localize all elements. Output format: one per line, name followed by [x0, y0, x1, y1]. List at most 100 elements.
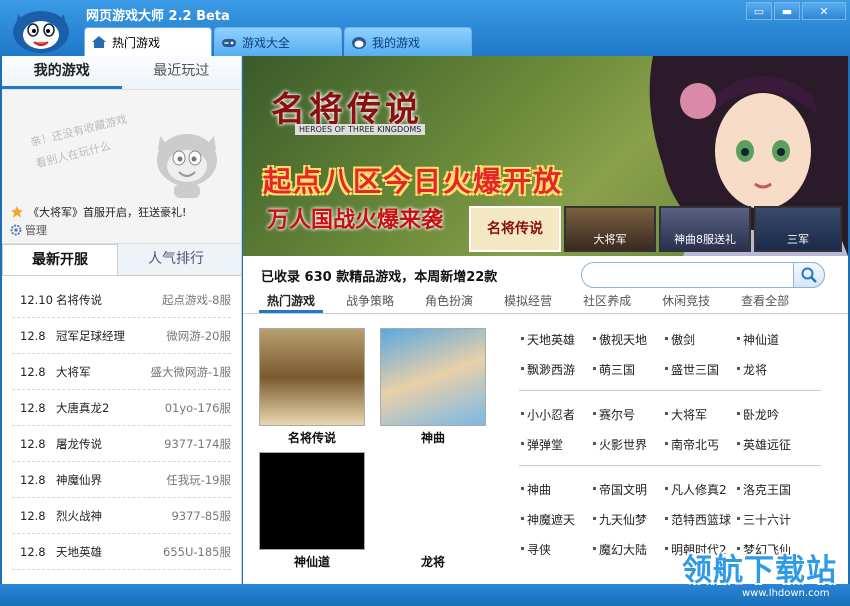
game-link[interactable]: 神仙道: [735, 331, 807, 348]
game-link[interactable]: 飘渺西游: [519, 361, 591, 378]
promo-banner[interactable]: 名将传说 HEROES OF THREE KINGDOMS 起点八区今日火爆开放…: [243, 56, 848, 256]
game-row: 小小忍者 赛尔号 大将军 卧龙吟: [519, 399, 821, 429]
tab-category-rpg[interactable]: 角色扮演: [417, 290, 481, 313]
search-icon: [801, 267, 817, 283]
game-link[interactable]: 天地英雄: [519, 331, 591, 348]
game-link[interactable]: 萌三国: [591, 361, 663, 378]
game-name-list: 天地英雄 傲视天地 傲剑 神仙道 飘渺西游 萌三国 盛世三国 龙将 小小忍者 赛…: [519, 320, 821, 574]
game-link[interactable]: 傲剑: [663, 331, 735, 348]
game-link[interactable]: 魔幻大陆: [591, 541, 663, 558]
tab-label: 热门游戏: [112, 35, 161, 50]
tab-popularity[interactable]: 人气排行: [118, 244, 234, 275]
game-link[interactable]: 神魔遮天: [519, 511, 591, 528]
my-games-tabs: 我的游戏 最近玩过: [2, 56, 241, 90]
tab-hot-games[interactable]: 热门游戏: [84, 27, 212, 56]
game-row: 弹弹堂 火影世界 南帝北丐 英雄远征: [519, 429, 821, 459]
game-group: 天地英雄 傲视天地 傲剑 神仙道 飘渺西游 萌三国 盛世三国 龙将: [519, 320, 821, 391]
tab-category-hot[interactable]: 热门游戏: [259, 290, 324, 313]
mascot-icon: [157, 134, 217, 198]
list-item[interactable]: 12.8 大将军 盛大微网游-1服: [12, 354, 231, 390]
tab-category-social[interactable]: 社区养成: [575, 290, 639, 313]
game-row: 神魔遮天 九天仙梦 范特西篮球 三十六计: [519, 504, 821, 534]
info-bar: 已收录 630 款精品游戏，本周新增22款: [243, 256, 848, 290]
game-link[interactable]: 大将军: [663, 406, 735, 423]
banner-logo-en: HEROES OF THREE KINGDOMS: [295, 124, 426, 135]
list-item[interactable]: 12.10 名将传说 起点游戏-8服: [12, 282, 231, 318]
game-link[interactable]: 英雄远征: [735, 436, 807, 453]
list-item[interactable]: 12.8 屠龙传说 9377-174服: [12, 426, 231, 462]
banner-thumb[interactable]: 三军: [754, 206, 842, 252]
game-link[interactable]: 南帝北丐: [663, 436, 735, 453]
tab-category-sim[interactable]: 模拟经营: [496, 290, 560, 313]
game-row: 天地英雄 傲视天地 傲剑 神仙道: [519, 324, 821, 354]
tab-category-all[interactable]: 查看全部: [733, 290, 797, 313]
tab-new-servers[interactable]: 最新开服: [2, 244, 118, 275]
featured-card[interactable]: 龙将: [380, 452, 486, 570]
watermark-logo: 领航下载站: [682, 553, 837, 588]
tab-my-games[interactable]: 我的游戏: [344, 27, 472, 56]
game-link[interactable]: 火影世界: [591, 436, 663, 453]
list-item[interactable]: 12.8 烈火战神 9377-85服: [12, 498, 231, 534]
banner-thumb[interactable]: 神曲8服送礼: [659, 206, 751, 252]
featured-card[interactable]: 神仙道: [259, 452, 365, 570]
banner-thumb[interactable]: 大将军: [564, 206, 656, 252]
banner-headline: 起点八区今日火爆开放: [263, 165, 564, 198]
list-item[interactable]: 12.8 冠军足球经理 微网游-20服: [12, 318, 231, 354]
list-item[interactable]: 12.8 天地英雄 655U-185服: [12, 534, 231, 570]
favorites-empty-tip: 亲！还没有收藏游戏 看别人在玩什么: [29, 112, 129, 171]
game-link[interactable]: 龙将: [735, 361, 807, 378]
tab-category-casual[interactable]: 休闲竞技: [654, 290, 718, 313]
game-thumbnail[interactable]: [380, 452, 486, 550]
close-button[interactable]: ✕: [802, 2, 846, 20]
minimize-button[interactable]: ▬: [774, 2, 800, 20]
main-tabs: 热门游戏 游戏大全 我的游戏: [84, 27, 472, 56]
server-tabs: 最新开服 人气排行: [2, 244, 241, 276]
notice-line[interactable]: 《大将军》首服开启，狂送豪礼!: [10, 204, 186, 220]
game-link[interactable]: 小小忍者: [519, 406, 591, 423]
mascot-icon: [352, 37, 366, 49]
game-thumbnail[interactable]: [259, 452, 365, 550]
game-link[interactable]: 九天仙梦: [591, 511, 663, 528]
search-button[interactable]: [793, 262, 825, 288]
game-link[interactable]: 赛尔号: [591, 406, 663, 423]
tab-my-games-list[interactable]: 我的游戏: [2, 56, 122, 89]
menu-button[interactable]: ▭: [746, 2, 772, 20]
game-thumbnail[interactable]: [259, 328, 365, 426]
game-link[interactable]: 范特西篮球: [663, 511, 735, 528]
game-link[interactable]: 神曲: [519, 481, 591, 498]
game-link[interactable]: 弹弹堂: [519, 436, 591, 453]
game-link[interactable]: 三十六计: [735, 511, 807, 528]
gear-icon: [10, 224, 22, 236]
game-link[interactable]: 卧龙吟: [735, 406, 807, 423]
game-link[interactable]: 洛克王国: [735, 481, 807, 498]
game-link[interactable]: 傲视天地: [591, 331, 663, 348]
gamepad-icon: [222, 39, 236, 47]
tab-label: 我的游戏: [372, 35, 421, 50]
server-list: 12.10 名将传说 起点游戏-8服 12.8 冠军足球经理 微网游-20服 12.8 大…: [2, 276, 241, 570]
game-link[interactable]: 盛世三国: [663, 361, 735, 378]
tab-recently-played[interactable]: 最近玩过: [122, 56, 242, 89]
featured-card[interactable]: 神曲: [380, 328, 486, 446]
search-input[interactable]: [581, 262, 825, 288]
app-title: 网页游戏大师 2.2 Beta: [86, 9, 230, 24]
star-icon: [11, 206, 23, 218]
featured-card[interactable]: 名将传说: [259, 328, 365, 446]
left-panel: 我的游戏 最近玩过 亲！还没有收藏游戏 看别人在玩什么 《大将军》首服开启，狂送…: [2, 56, 242, 584]
banner-thumbnails: 名将传说 大将军 神曲8服送礼 三军: [469, 206, 842, 252]
home-icon: [92, 36, 106, 48]
game-link[interactable]: 帝国文明: [591, 481, 663, 498]
game-row: 飘渺西游 萌三国 盛世三国 龙将: [519, 354, 821, 384]
game-link[interactable]: 凡人修真2: [663, 481, 735, 498]
game-link[interactable]: 寻侠: [519, 541, 591, 558]
game-group: 小小忍者 赛尔号 大将军 卧龙吟 弹弹堂 火影世界 南帝北丐 英雄远征: [519, 395, 821, 466]
list-item[interactable]: 12.8 神魔仙界 任我玩-19服: [12, 462, 231, 498]
tab-all-games[interactable]: 游戏大全: [214, 27, 342, 56]
manage-link[interactable]: 管理: [10, 222, 47, 238]
tab-label: 游戏大全: [242, 35, 291, 50]
window-controls: ▭ ▬ ✕: [746, 2, 846, 20]
game-count-summary: 已收录 630 款精品游戏，本周新增22款: [261, 270, 498, 285]
tab-category-strategy[interactable]: 战争策略: [338, 290, 402, 313]
banner-thumb[interactable]: 名将传说: [469, 206, 561, 252]
game-thumbnail[interactable]: [380, 328, 486, 426]
list-item[interactable]: 12.8 大唐真龙2 01yo-176服: [12, 390, 231, 426]
